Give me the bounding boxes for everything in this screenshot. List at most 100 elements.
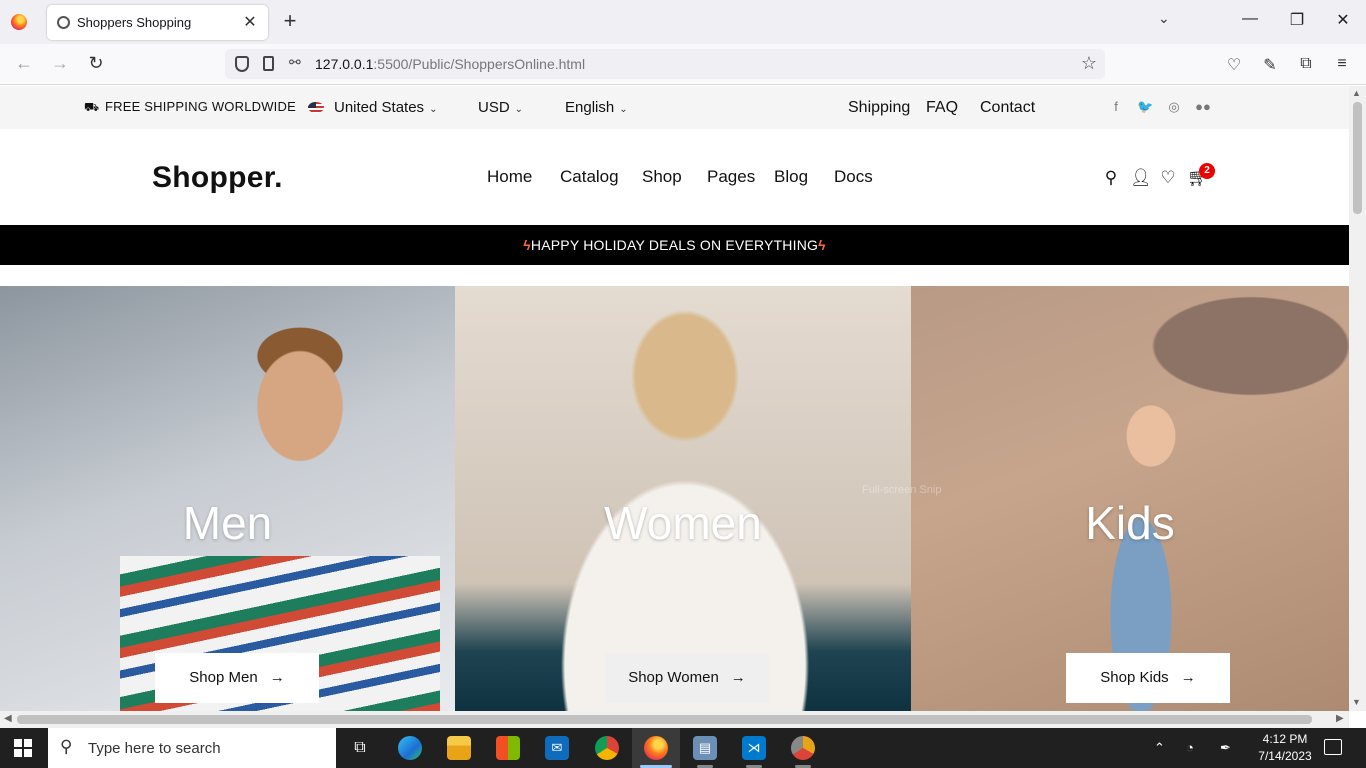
language-selector[interactable]: English ⌄ bbox=[565, 99, 628, 116]
remote-desktop-icon[interactable]: ▤ bbox=[693, 736, 717, 760]
taskbar-search[interactable]: ⚲ Type here to search bbox=[48, 728, 336, 768]
taskbar: ⚲ Type here to search ⧉ ✉ ▤ ⋊ ⌃ ◔ ✒ 4:12… bbox=[0, 728, 1366, 768]
twitter-icon[interactable]: 🐦 bbox=[1137, 99, 1153, 115]
category-title: Kids bbox=[1085, 497, 1175, 549]
currency-selector[interactable]: USD ⌄ bbox=[478, 99, 523, 116]
arrow-right-icon: → bbox=[730, 669, 746, 686]
category-title: Women bbox=[604, 497, 762, 549]
forward-icon[interactable]: → bbox=[50, 53, 70, 74]
promo-text: HAPPY HOLIDAY DEALS ON EVERYTHING bbox=[530, 237, 819, 253]
chrome-canary-icon[interactable] bbox=[791, 736, 815, 760]
shipping-link[interactable]: Shipping bbox=[848, 99, 910, 117]
scroll-left-icon[interactable]: ◀ bbox=[4, 713, 12, 724]
truck-icon: ⛟ bbox=[84, 100, 100, 114]
button-label: Shop Women bbox=[628, 669, 719, 686]
network-icon[interactable]: ◔ bbox=[1186, 740, 1194, 755]
chevron-down-icon: ⌄ bbox=[619, 104, 628, 115]
category-women[interactable]: Women Shop Women → bbox=[455, 286, 911, 711]
list-all-tabs-icon[interactable]: ⌄ bbox=[1158, 10, 1170, 27]
store-icon[interactable] bbox=[496, 736, 520, 760]
horizontal-scrollbar[interactable]: ◀ ▶ bbox=[0, 711, 1349, 728]
tracking-shield-icon[interactable] bbox=[235, 56, 249, 72]
url-text[interactable]: 127.0.0.1:5500/Public/ShoppersOnline.htm… bbox=[315, 56, 585, 72]
vscode-icon[interactable]: ⋊ bbox=[742, 736, 766, 760]
reload-icon[interactable]: ↻ bbox=[86, 53, 106, 74]
scroll-up-icon[interactable]: ▲ bbox=[1352, 88, 1361, 98]
show-hidden-icons-icon[interactable]: ⌃ bbox=[1154, 740, 1165, 756]
free-shipping-notice: ⛟ FREE SHIPPING WORLDWIDE bbox=[84, 99, 296, 116]
windows-start-icon[interactable] bbox=[14, 739, 32, 757]
lightning-icon: ϟ bbox=[523, 237, 531, 253]
pocket-icon[interactable]: ♡ bbox=[1224, 55, 1244, 75]
horizontal-scroll-thumb[interactable] bbox=[17, 715, 1312, 724]
instagram-icon[interactable]: ◎ bbox=[1166, 99, 1182, 115]
category-title: Men bbox=[182, 497, 273, 549]
cart-count-badge: 2 bbox=[1199, 163, 1215, 179]
nav-shop[interactable]: Shop bbox=[642, 167, 682, 187]
chevron-down-icon: ⌄ bbox=[429, 104, 438, 115]
contact-link[interactable]: Contact bbox=[980, 99, 1035, 117]
button-label: Shop Men bbox=[189, 669, 258, 686]
url-path: :5500/Public/ShoppersOnline.html bbox=[373, 56, 586, 72]
shop-men-button[interactable]: Shop Men → bbox=[155, 653, 319, 703]
heart-icon[interactable]: ♡ bbox=[1158, 168, 1178, 188]
nav-blog[interactable]: Blog bbox=[774, 167, 808, 187]
vertical-scrollbar[interactable]: ▲ ▼ bbox=[1349, 86, 1366, 711]
snip-overlay-text: Full-screen Snip bbox=[862, 484, 942, 496]
search-icon[interactable]: ⚲ bbox=[1101, 168, 1121, 188]
faq-link[interactable]: FAQ bbox=[926, 99, 958, 117]
pen-icon[interactable]: ✒ bbox=[1220, 740, 1231, 756]
scroll-down-icon[interactable]: ▼ bbox=[1352, 697, 1361, 707]
permissions-icon[interactable]: ⚯ bbox=[289, 54, 301, 71]
shop-kids-button[interactable]: Shop Kids → bbox=[1066, 653, 1230, 703]
nav-docs[interactable]: Docs bbox=[834, 167, 873, 187]
chrome-icon[interactable] bbox=[595, 736, 619, 760]
nav-home[interactable]: Home bbox=[487, 167, 532, 187]
category-men[interactable]: Men Shop Men → bbox=[0, 286, 455, 711]
top-bar: ⛟ FREE SHIPPING WORLDWIDE United States ⌄ … bbox=[0, 86, 1349, 129]
browser-toolbar: ← → ↻ ⚯ 127.0.0.1:5500/Public/ShoppersOn… bbox=[0, 44, 1366, 85]
firefox-icon[interactable] bbox=[644, 736, 668, 760]
browser-tab-bar: Shoppers Shopping ✕ + ⌄ — ❐ ✕ bbox=[0, 0, 1366, 44]
menu-icon[interactable]: ≡ bbox=[1332, 55, 1352, 73]
country-label: United States bbox=[334, 99, 425, 116]
mail-icon[interactable]: ✉ bbox=[545, 736, 569, 760]
url-bar[interactable]: ⚯ 127.0.0.1:5500/Public/ShoppersOnline.h… bbox=[225, 49, 1105, 79]
shop-women-button[interactable]: Shop Women → bbox=[605, 653, 769, 703]
file-explorer-icon[interactable] bbox=[447, 736, 471, 760]
language-label: English bbox=[565, 99, 615, 116]
restore-icon[interactable]: ❐ bbox=[1287, 10, 1307, 30]
site-header: Shopper. Home Catalog Shop Pages Blog Do… bbox=[0, 129, 1349, 225]
user-icon[interactable]: 👤︎ bbox=[1130, 168, 1152, 188]
lightning-icon: ϟ bbox=[818, 237, 826, 253]
browser-tab[interactable]: Shoppers Shopping ✕ bbox=[47, 5, 268, 40]
taskbar-search-placeholder: Type here to search bbox=[88, 740, 221, 757]
nav-catalog[interactable]: Catalog bbox=[560, 167, 619, 187]
nav-pages[interactable]: Pages bbox=[707, 167, 755, 187]
tab-close-icon[interactable]: ✕ bbox=[240, 12, 260, 32]
promo-banner: ϟHAPPY HOLIDAY DEALS ON EVERYTHINGϟ bbox=[0, 225, 1349, 265]
vertical-scroll-thumb[interactable] bbox=[1353, 102, 1362, 214]
system-clock[interactable]: 4:12 PM 7/14/2023 bbox=[1253, 731, 1317, 765]
firefox-logo-icon[interactable] bbox=[11, 14, 27, 30]
web-page: ⛟ FREE SHIPPING WORLDWIDE United States ⌄ … bbox=[0, 86, 1349, 711]
country-selector[interactable]: United States ⌄ bbox=[308, 99, 437, 116]
window-close-icon[interactable]: ✕ bbox=[1333, 10, 1353, 30]
facebook-icon[interactable]: f bbox=[1108, 99, 1124, 115]
minimize-icon[interactable]: — bbox=[1240, 10, 1260, 28]
new-tab-icon[interactable]: + bbox=[280, 9, 300, 33]
us-flag-icon bbox=[308, 102, 324, 113]
extensions-icon[interactable]: ⧉ bbox=[1296, 55, 1316, 73]
page-info-icon[interactable] bbox=[263, 56, 274, 71]
category-kids[interactable]: Kids Shop Kids → bbox=[911, 286, 1349, 711]
medium-icon[interactable]: ●● bbox=[1195, 99, 1211, 115]
task-view-icon[interactable]: ⧉ bbox=[348, 736, 372, 760]
scroll-right-icon[interactable]: ▶ bbox=[1336, 713, 1344, 724]
notifications-icon[interactable] bbox=[1324, 739, 1342, 755]
back-icon[interactable]: ← bbox=[14, 53, 34, 74]
site-logo[interactable]: Shopper. bbox=[152, 161, 283, 195]
edge-icon[interactable] bbox=[398, 736, 422, 760]
bookmark-star-icon[interactable]: ☆ bbox=[1081, 53, 1097, 74]
url-host: 127.0.0.1 bbox=[315, 56, 374, 72]
eyedropper-icon[interactable]: ✎ bbox=[1260, 55, 1280, 75]
